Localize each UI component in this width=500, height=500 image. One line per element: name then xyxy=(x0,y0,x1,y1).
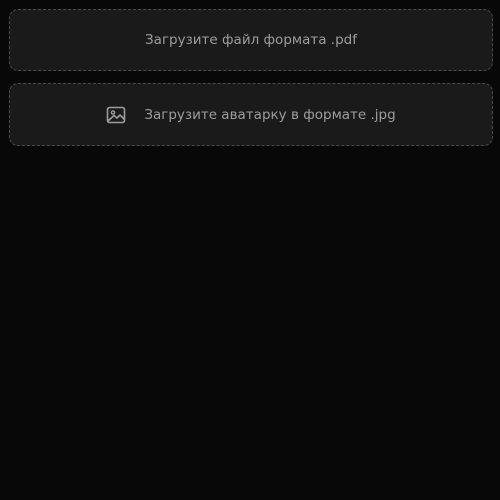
pdf-upload-dropzone[interactable]: Загрузите файл формата .pdf xyxy=(9,9,493,71)
image-icon xyxy=(106,105,126,125)
avatar-upload-label: Загрузите аватарку в формате .jpg xyxy=(144,106,396,123)
page: Загрузите файл формата .pdf Загрузите ав… xyxy=(0,0,500,500)
avatar-upload-dropzone[interactable]: Загрузите аватарку в формате .jpg xyxy=(9,83,493,146)
pdf-upload-label: Загрузите файл формата .pdf xyxy=(145,32,357,48)
